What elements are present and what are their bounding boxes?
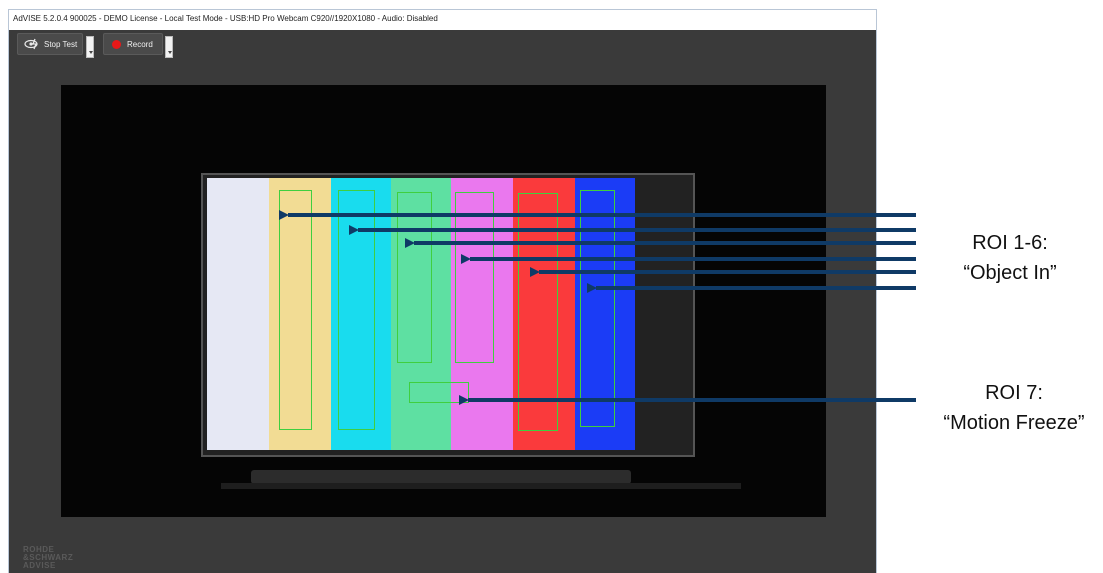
roi-1-6-title: ROI 1-6: [972,232,1048,254]
roi-1-6-annotation: ROI 1-6: “Object In” [930,228,1090,288]
roi-7-description: “Motion Freeze” [943,412,1085,434]
roi-7-title: ROI 7: [985,382,1043,404]
roi-7-annotation: ROI 7: “Motion Freeze” [925,378,1103,438]
roi-1-6-description: “Object In” [963,262,1057,284]
